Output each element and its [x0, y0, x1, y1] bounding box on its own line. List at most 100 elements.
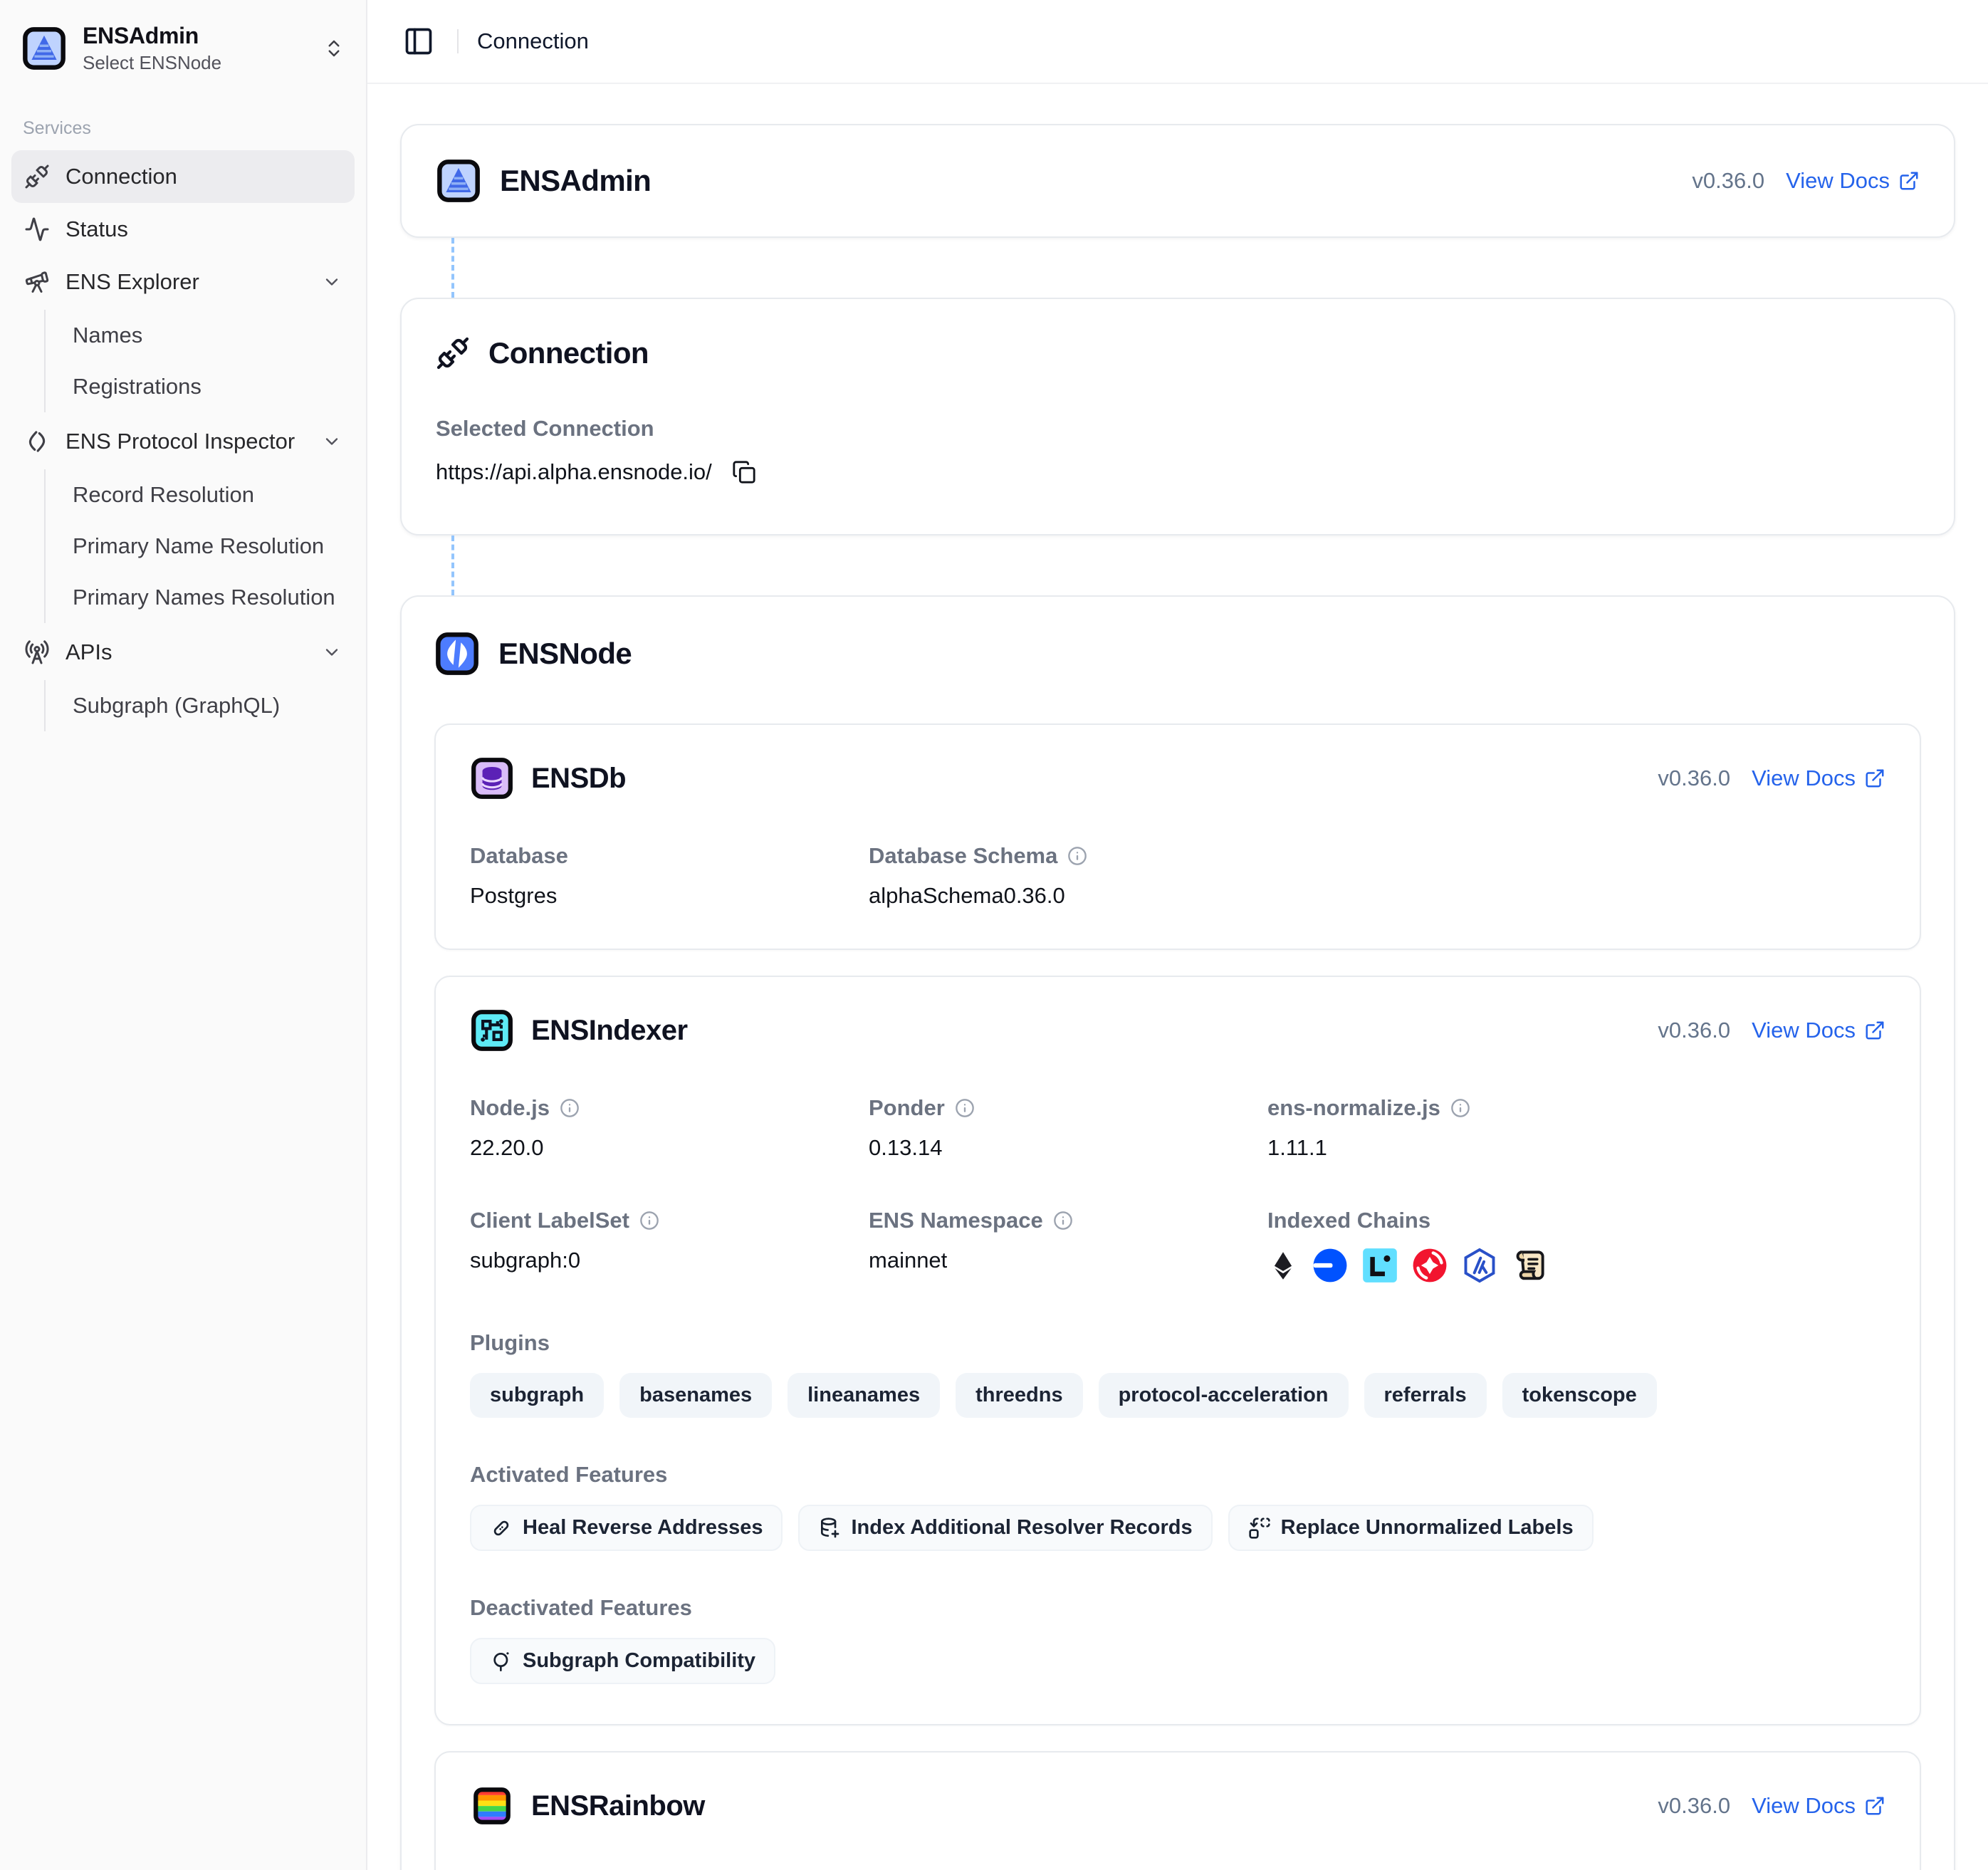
field-label: ENS Namespace: [869, 1208, 1043, 1233]
chevron-down-icon: [322, 272, 342, 292]
card-title: ENSRainbow: [531, 1790, 705, 1822]
page-content: ENSAdmin v0.36.0 View Docs Connection: [367, 84, 1988, 1870]
database-plus-icon: [818, 1517, 841, 1540]
ensadmin-card: ENSAdmin v0.36.0 View Docs: [400, 124, 1955, 238]
sidebar-item-primary-names-resolution[interactable]: Primary Names Resolution: [46, 572, 355, 623]
card-title: Connection: [488, 336, 649, 370]
telescope-icon: [24, 269, 50, 295]
replace-icon: [1248, 1517, 1271, 1540]
deactivated-features-label: Deactivated Features: [470, 1595, 1885, 1621]
external-link-icon: [1864, 768, 1885, 789]
field-value: subgraph:0: [470, 1248, 869, 1273]
field-value: 1.11.1: [1267, 1135, 1666, 1161]
view-docs-link[interactable]: View Docs: [1752, 1793, 1885, 1819]
sidebar-section-services: Services: [23, 118, 355, 139]
card-connector-dashed: [451, 238, 454, 298]
ensrainbow-logo-icon: [470, 1784, 514, 1828]
feature-label: Index Additional Resolver Records: [851, 1516, 1192, 1540]
sidebar-nav: Connection Status ENS Explorer Names Reg…: [11, 150, 355, 734]
feature-label: Subgraph Compatibility: [523, 1649, 755, 1673]
ensnode-logo-icon: [434, 631, 480, 677]
sidebar-item-names[interactable]: Names: [46, 310, 355, 361]
sidebar-item-label: ENS Protocol Inspector: [66, 429, 295, 454]
chain-icon-arbitrum: [1461, 1247, 1498, 1284]
version-label: v0.36.0: [1658, 766, 1730, 791]
view-docs-link[interactable]: View Docs: [1752, 1018, 1885, 1043]
indexed-chains-label: Indexed Chains: [1267, 1208, 1666, 1233]
external-link-icon: [1864, 1020, 1885, 1041]
field-value: 0.13.14: [869, 1135, 1267, 1161]
info-icon[interactable]: [1450, 1098, 1470, 1118]
apis-subtree: Subgraph (GraphQL): [44, 680, 355, 731]
ensrainbow-card: ENSRainbow v0.36.0 View Docs: [434, 1751, 1921, 1870]
connection-card: Connection Selected Connection https://a…: [400, 298, 1955, 536]
field-label: Database Schema: [869, 843, 1057, 869]
info-icon[interactable]: [639, 1211, 659, 1231]
card-title: ENSIndexer: [531, 1015, 688, 1047]
info-icon[interactable]: [1067, 846, 1087, 866]
feature-label: Replace Unnormalized Labels: [1281, 1516, 1574, 1540]
activated-features-label: Activated Features: [470, 1462, 1885, 1488]
sidebar-item-label: APIs: [66, 639, 112, 665]
sidebar-item-label: Connection: [66, 164, 177, 189]
chain-icon-threedns: [1411, 1247, 1448, 1284]
external-link-icon: [1898, 170, 1920, 192]
view-docs-link[interactable]: View Docs: [1752, 766, 1885, 791]
radio-tower-icon: [24, 639, 50, 665]
chain-icon-ethereum: [1267, 1247, 1299, 1284]
ensdb-card: ENSDb v0.36.0 View Docs Dat: [434, 724, 1921, 950]
sidebar-item-ens-explorer[interactable]: ENS Explorer: [11, 256, 355, 308]
sidebar-item-primary-name-resolution[interactable]: Primary Name Resolution: [46, 521, 355, 572]
field-label: ens-normalize.js: [1267, 1095, 1440, 1121]
bandage-icon: [490, 1517, 513, 1540]
field-label: Database: [470, 843, 869, 869]
field-label: Node.js: [470, 1095, 550, 1121]
plugin-chip: subgraph: [470, 1373, 604, 1418]
chain-icon-scroll: [1511, 1247, 1548, 1284]
view-docs-link[interactable]: View Docs: [1786, 168, 1920, 194]
sidebar-item-subgraph-graphql[interactable]: Subgraph (GraphQL): [46, 680, 355, 731]
field-ponder: Ponder 0.13.14: [869, 1095, 1267, 1161]
ensindexer-logo-icon: [470, 1008, 514, 1052]
card-title: ENSNode: [498, 637, 632, 671]
field-value: alphaSchema0.36.0: [869, 883, 1267, 909]
card-connector-dashed: [451, 536, 454, 595]
subgraph-icon: [490, 1650, 513, 1673]
sidebar-toggle-button[interactable]: [399, 21, 439, 61]
info-icon[interactable]: [955, 1098, 975, 1118]
copy-url-button[interactable]: [729, 457, 759, 487]
sidebar-item-registrations[interactable]: Registrations: [46, 361, 355, 412]
sidebar-item-ens-protocol-inspector[interactable]: ENS Protocol Inspector: [11, 415, 355, 468]
field-ens-normalize: ens-normalize.js 1.11.1: [1267, 1095, 1666, 1161]
sidebar-item-status[interactable]: Status: [11, 203, 355, 256]
external-link-icon: [1864, 1795, 1885, 1817]
plugins-list: subgraph basenames lineanames threedns p…: [470, 1373, 1885, 1418]
field-indexed-chains: Indexed Chains: [1267, 1208, 1666, 1286]
activated-features-list: Heal Reverse Addresses Index Additional …: [470, 1505, 1885, 1551]
sidebar-item-record-resolution[interactable]: Record Resolution: [46, 469, 355, 521]
feature-chip-subgraph-compatibility: Subgraph Compatibility: [470, 1638, 775, 1684]
field-value: mainnet: [869, 1248, 1267, 1273]
card-title: ENSDb: [531, 763, 626, 795]
selected-connection-label: Selected Connection: [436, 416, 1920, 442]
sidebar-item-connection[interactable]: Connection: [11, 150, 355, 203]
plugin-chip: threedns: [956, 1373, 1082, 1418]
feature-label: Heal Reverse Addresses: [523, 1516, 763, 1540]
plugin-chip: lineanames: [788, 1373, 940, 1418]
copy-icon: [732, 460, 756, 484]
app-subtitle: Select ENSNode: [83, 52, 221, 74]
version-label: v0.36.0: [1658, 1018, 1730, 1043]
breadcrumb: Connection: [477, 28, 589, 54]
view-docs-label: View Docs: [1752, 1793, 1856, 1819]
ensdb-logo-icon: [470, 756, 514, 800]
info-icon[interactable]: [560, 1098, 580, 1118]
feature-chip-replace-unnormalized-labels: Replace Unnormalized Labels: [1228, 1505, 1594, 1551]
plugin-chip: tokenscope: [1502, 1373, 1657, 1418]
info-icon[interactable]: [1053, 1211, 1073, 1231]
field-label: Ponder: [869, 1095, 945, 1121]
field-client-labelset: Client LabelSet subgraph:0: [470, 1208, 869, 1286]
ensnode-selector[interactable]: ENSAdmin Select ENSNode: [11, 19, 355, 78]
feature-chip-index-additional-resolver-records: Index Additional Resolver Records: [798, 1505, 1212, 1551]
field-database-schema: Database Schema alphaSchema0.36.0: [869, 843, 1267, 909]
sidebar-item-apis[interactable]: APIs: [11, 626, 355, 679]
